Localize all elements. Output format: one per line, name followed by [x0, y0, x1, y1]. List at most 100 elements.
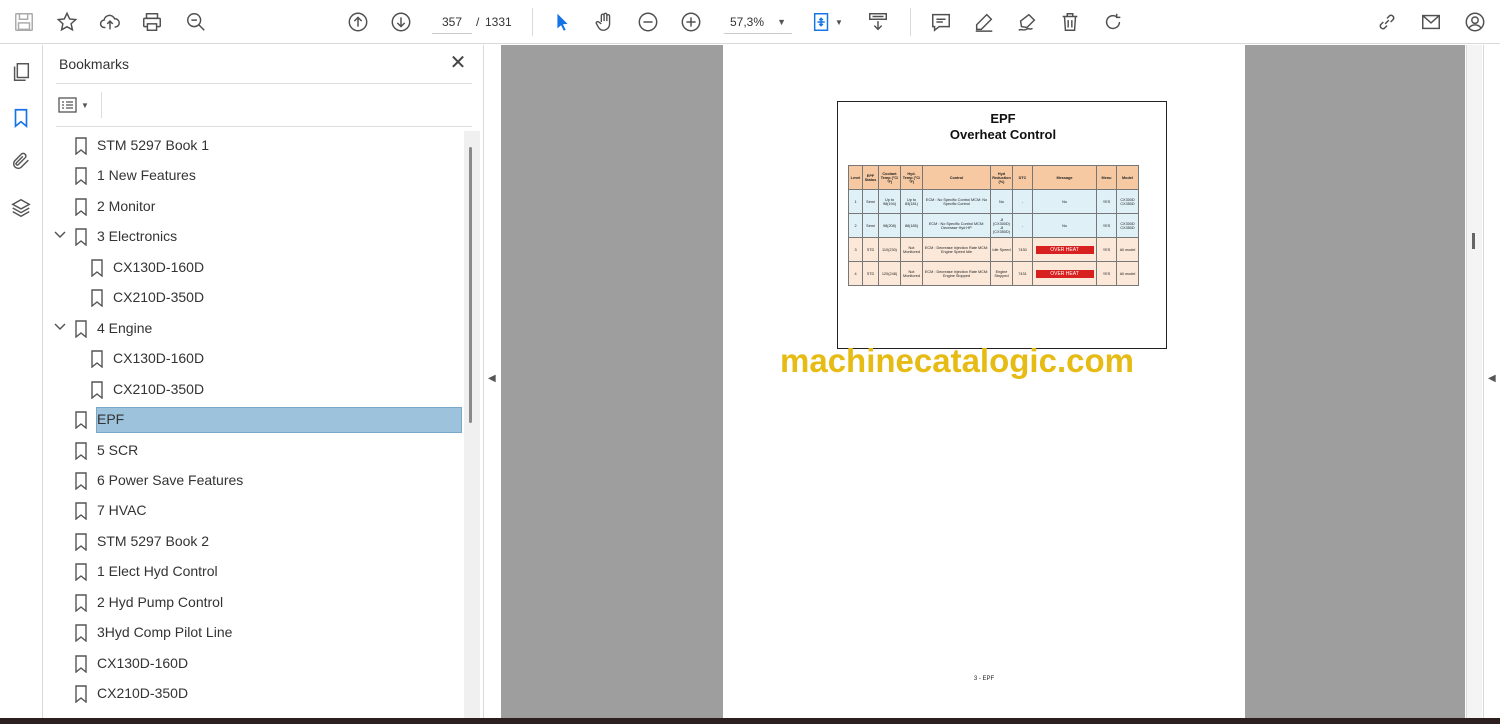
bookmark-label: EPF [97, 411, 125, 428]
bookmark-label: 5 SCR [97, 441, 139, 458]
bookmark-item[interactable]: 2 Monitor [44, 194, 464, 220]
bookmark-label: 1 Elect Hyd Control [97, 563, 218, 580]
table-cell-hyd: Not Monitored [900, 237, 923, 262]
table-cell-control: ECM : No Specific Control MCM: No Specif… [922, 189, 991, 214]
bookmark-options-button[interactable]: ▼ [58, 95, 94, 115]
navigation-rail [0, 45, 43, 718]
email-icon[interactable] [1417, 8, 1445, 36]
sign-icon[interactable] [1013, 8, 1041, 36]
bookmark-item[interactable]: CX210D-350D [44, 681, 464, 707]
bookmark-label: STM 5297 Book 2 [97, 532, 210, 549]
expand-chevron-icon[interactable] [53, 320, 67, 334]
document-scrollbar[interactable] [1466, 45, 1482, 718]
bookmark-item[interactable]: 1 New Features [44, 163, 464, 189]
highlight-pen-icon[interactable] [970, 8, 998, 36]
bookmark-item[interactable]: 1 Elect Hyd Control [44, 559, 464, 585]
bookmark-item[interactable]: CX210D-350D [44, 377, 464, 403]
bookmark-icon [75, 411, 87, 430]
bookmark-scrollbar[interactable] [464, 131, 480, 718]
fit-page-icon[interactable] [808, 8, 836, 36]
bookmark-item[interactable]: 3Hyd Comp Pilot Line [44, 620, 464, 646]
close-icon[interactable]: ✕ [448, 53, 468, 73]
select-cursor-icon[interactable] [548, 8, 576, 36]
table-cell-dtc: 7430 [1012, 237, 1033, 262]
epf-slide: EPF Overheat Control Level EPF Status Cool… [837, 101, 1167, 349]
bookmarks-icon[interactable] [8, 105, 34, 131]
attachments-icon[interactable] [8, 148, 34, 174]
zoom-level-select[interactable]: 57,3% ▼ [724, 10, 792, 34]
comment-icon[interactable] [927, 8, 955, 36]
table-cell-level: 3 [848, 237, 863, 262]
bookmark-item[interactable]: CX130D-160D [44, 346, 464, 372]
page-separator: / [476, 15, 480, 29]
table-cell-menu: YES [1096, 189, 1117, 214]
page-thumbnails-icon[interactable] [8, 59, 34, 85]
bookmark-icon [75, 624, 87, 643]
share-link-icon[interactable] [1373, 8, 1401, 36]
bookmark-label: 4 Engine [97, 319, 153, 336]
document-scrollbar-thumb[interactable] [1472, 233, 1475, 249]
bookmark-item[interactable]: 6 Power Save Features [44, 468, 464, 494]
star-icon[interactable] [53, 8, 81, 36]
bookmark-item[interactable]: 4 Engine [44, 316, 464, 342]
table-row: 2 Semi 98(208) 86(185) ECM : No Specific Con… [848, 213, 1139, 238]
cloud-upload-icon[interactable] [96, 8, 124, 36]
fit-page-chevron-icon[interactable]: ▼ [833, 8, 845, 36]
rotate-icon[interactable] [1099, 8, 1127, 36]
bookmark-icon [75, 228, 87, 247]
table-cell-reduction: No [990, 189, 1013, 214]
expand-chevron-icon[interactable] [53, 228, 67, 242]
bookmark-item[interactable]: STM 5297 Book 2 [44, 529, 464, 555]
bookmark-item[interactable]: 7 HVAC [44, 498, 464, 524]
bookmark-scrollbar-thumb[interactable] [469, 147, 472, 423]
table-cell-reduction: Idle Speed [990, 237, 1013, 262]
watermark-text: machinecatalogic.com [780, 342, 1134, 379]
bookmark-label: 2 Hyd Pump Control [97, 593, 224, 610]
zoom-search-icon[interactable] [182, 8, 210, 36]
bookmark-item[interactable]: CX210D-350D [44, 285, 464, 311]
table-cell-status: STD [862, 261, 879, 286]
layers-icon[interactable] [8, 195, 34, 221]
table-cell-message: No [1032, 189, 1097, 214]
table-body: 1 Semi Up to 98(194) Up to 83(181) ECM : No … [848, 189, 1139, 286]
table-cell-model: All model [1116, 261, 1139, 286]
scroll-mode-icon[interactable] [864, 8, 892, 36]
delete-trash-icon[interactable] [1056, 8, 1084, 36]
toolbar-divider [532, 8, 533, 36]
bookmark-item[interactable]: 5 SCR [44, 438, 464, 464]
table-cell-message: No [1032, 213, 1097, 238]
page-footer: 3 - EPF [973, 676, 995, 682]
collapse-panel-arrow-icon[interactable]: ◀ [488, 373, 496, 384]
save-icon[interactable] [10, 8, 38, 36]
bookmark-item[interactable]: CX130D-160D [44, 255, 464, 281]
account-icon[interactable] [1461, 8, 1489, 36]
next-page-icon[interactable] [387, 8, 415, 36]
bookmark-item[interactable]: 3 Electronics [44, 224, 464, 250]
bookmark-item[interactable]: STM 5297 Book 1 [44, 133, 464, 159]
bookmark-item[interactable]: EPF [44, 407, 464, 434]
bookmark-item[interactable]: 2 Hyd Pump Control [44, 590, 464, 616]
toolbar-divider [910, 8, 911, 36]
table-cell-dtc: 7431 [1012, 261, 1033, 286]
bookmark-icon [91, 350, 103, 369]
bookmark-label: CX210D-350D [113, 289, 205, 306]
bookmark-item[interactable]: CX130D-160D [44, 651, 464, 677]
zoom-out-icon[interactable] [634, 8, 662, 36]
zoom-in-icon[interactable] [677, 8, 705, 36]
table-row: 4 STD 120(248) Not Monitored ECM : Decrease … [848, 261, 1139, 286]
table-header-cell: EPF Status [862, 165, 879, 190]
page-number-input[interactable]: 357 [432, 10, 472, 34]
previous-page-icon[interactable] [344, 8, 372, 36]
document-viewer[interactable]: EPF Overheat Control Level EPF Status Cool… [501, 45, 1465, 718]
bookmark-label: 6 Power Save Features [97, 471, 244, 488]
hand-tool-icon[interactable] [591, 8, 619, 36]
print-icon[interactable] [138, 8, 166, 36]
bookmark-label: CX210D-350D [97, 685, 189, 702]
bookmark-icon [75, 563, 87, 582]
divider [56, 126, 472, 127]
table-cell-coolant: 110(230) [878, 237, 901, 262]
table-header-cell: Hyd Reduction (%) [990, 165, 1013, 190]
expand-right-panel-arrow-icon[interactable]: ◀ [1488, 373, 1496, 384]
table-cell-message: OVER HEAT [1032, 237, 1097, 262]
bookmark-icon [75, 533, 87, 552]
